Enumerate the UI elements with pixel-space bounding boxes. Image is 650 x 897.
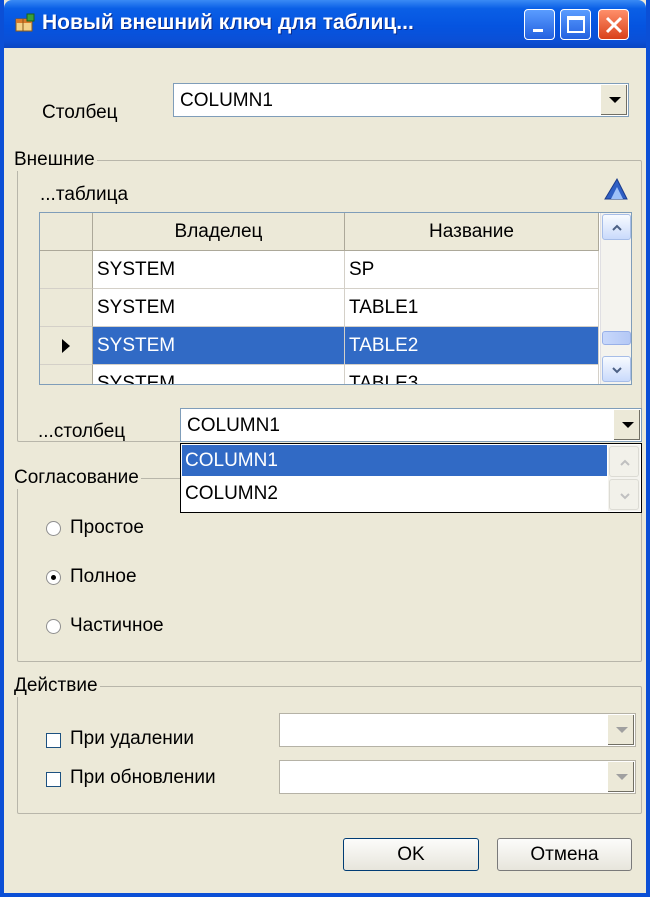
column-combo-value: COLUMN1 bbox=[180, 90, 273, 111]
on-delete-checkbox[interactable] bbox=[46, 733, 61, 748]
foreign-column-label: ...столбец bbox=[38, 421, 126, 442]
row-indicator bbox=[40, 251, 93, 289]
scroll-down-button[interactable] bbox=[602, 356, 631, 382]
foreign-column-dropdown-list[interactable]: COLUMN1 COLUMN2 bbox=[180, 443, 642, 513]
table-app-icon bbox=[15, 13, 35, 32]
chevron-down-icon bbox=[612, 367, 622, 374]
header-indicator-cell bbox=[40, 213, 93, 251]
dropdown-option[interactable]: COLUMN2 bbox=[182, 478, 607, 509]
grid-vertical-scrollbar[interactable] bbox=[600, 213, 631, 384]
radio-full[interactable] bbox=[46, 570, 61, 585]
scroll-thumb[interactable] bbox=[602, 331, 631, 345]
close-icon bbox=[605, 16, 623, 34]
minimize-button[interactable] bbox=[524, 9, 555, 40]
on-update-combo[interactable] bbox=[279, 760, 636, 794]
chevron-down-icon[interactable] bbox=[600, 85, 627, 115]
chevron-down-icon[interactable] bbox=[613, 410, 640, 440]
dialog-window: Новый внешний ключ для таблиц... Столбец… bbox=[0, 0, 650, 897]
foreign-group-title: Внешние bbox=[12, 149, 97, 171]
row-indicator bbox=[40, 327, 93, 365]
title-bar[interactable]: Новый внешний ключ для таблиц... bbox=[4, 0, 646, 48]
radio-simple[interactable] bbox=[46, 521, 61, 536]
table-row[interactable]: SYSTEM SP bbox=[40, 251, 600, 289]
dropdown-option-selected[interactable]: COLUMN1 bbox=[182, 445, 607, 476]
row-indicator bbox=[40, 365, 93, 384]
radio-partial-label[interactable]: Частичное bbox=[70, 615, 164, 637]
chevron-down-icon[interactable] bbox=[607, 762, 634, 792]
action-group-title: Действие bbox=[12, 675, 100, 697]
column-label: Столбец bbox=[42, 102, 118, 123]
radio-partial[interactable] bbox=[46, 619, 61, 634]
cancel-button[interactable]: Отмена bbox=[497, 838, 632, 871]
action-groupbox bbox=[17, 686, 642, 814]
dropdown-scroll-up-button[interactable] bbox=[609, 446, 639, 477]
ok-button[interactable]: OK bbox=[343, 838, 479, 871]
maximize-button[interactable] bbox=[560, 9, 591, 40]
close-button[interactable] bbox=[598, 9, 629, 40]
table-row[interactable]: SYSTEM TABLE3 bbox=[40, 365, 600, 384]
chevron-up-icon bbox=[612, 224, 622, 231]
foreign-table-label: ...таблица bbox=[40, 184, 129, 205]
maximize-icon bbox=[567, 16, 585, 33]
on-delete-label[interactable]: При удалении bbox=[70, 728, 194, 750]
grid-header: Владелец Название bbox=[40, 213, 600, 251]
name-cell: SP bbox=[345, 251, 599, 289]
on-update-label[interactable]: При обновлении bbox=[70, 767, 216, 789]
table-picker-icon[interactable] bbox=[601, 175, 631, 203]
name-cell: TABLE3 bbox=[345, 365, 599, 384]
on-update-checkbox[interactable] bbox=[46, 772, 61, 787]
chevron-up-icon bbox=[620, 459, 630, 466]
minimize-icon bbox=[533, 29, 543, 32]
dropdown-scrollbar[interactable] bbox=[608, 445, 640, 511]
current-row-pointer-icon bbox=[62, 339, 70, 353]
chevron-down-icon[interactable] bbox=[607, 715, 634, 745]
window-title: Новый внешний ключ для таблиц... bbox=[42, 11, 414, 34]
tables-grid[interactable]: Владелец Название SYSTEM SP SYSTEM TABLE… bbox=[39, 212, 632, 385]
owner-cell: SYSTEM bbox=[93, 327, 345, 365]
table-row-selected[interactable]: SYSTEM TABLE2 bbox=[40, 327, 600, 365]
scroll-up-button[interactable] bbox=[602, 214, 631, 240]
header-owner[interactable]: Владелец bbox=[93, 213, 345, 251]
radio-full-label[interactable]: Полное bbox=[70, 566, 137, 588]
owner-cell: SYSTEM bbox=[93, 289, 345, 327]
dropdown-scroll-down-button[interactable] bbox=[609, 479, 639, 510]
foreign-column-value: COLUMN1 bbox=[187, 415, 280, 436]
on-delete-combo[interactable] bbox=[279, 713, 636, 747]
column-combo[interactable]: COLUMN1 bbox=[173, 83, 629, 117]
table-row[interactable]: SYSTEM TABLE1 bbox=[40, 289, 600, 327]
name-cell: TABLE1 bbox=[345, 289, 599, 327]
foreign-column-combo[interactable]: COLUMN1 bbox=[180, 408, 642, 442]
radio-simple-label[interactable]: Простое bbox=[70, 517, 144, 539]
chevron-down-icon bbox=[620, 493, 630, 500]
name-cell: TABLE2 bbox=[345, 327, 599, 365]
owner-cell: SYSTEM bbox=[93, 365, 345, 384]
owner-cell: SYSTEM bbox=[93, 251, 345, 289]
header-name[interactable]: Название bbox=[345, 213, 599, 251]
row-indicator bbox=[40, 289, 93, 327]
match-group-title: Согласование bbox=[12, 467, 141, 489]
